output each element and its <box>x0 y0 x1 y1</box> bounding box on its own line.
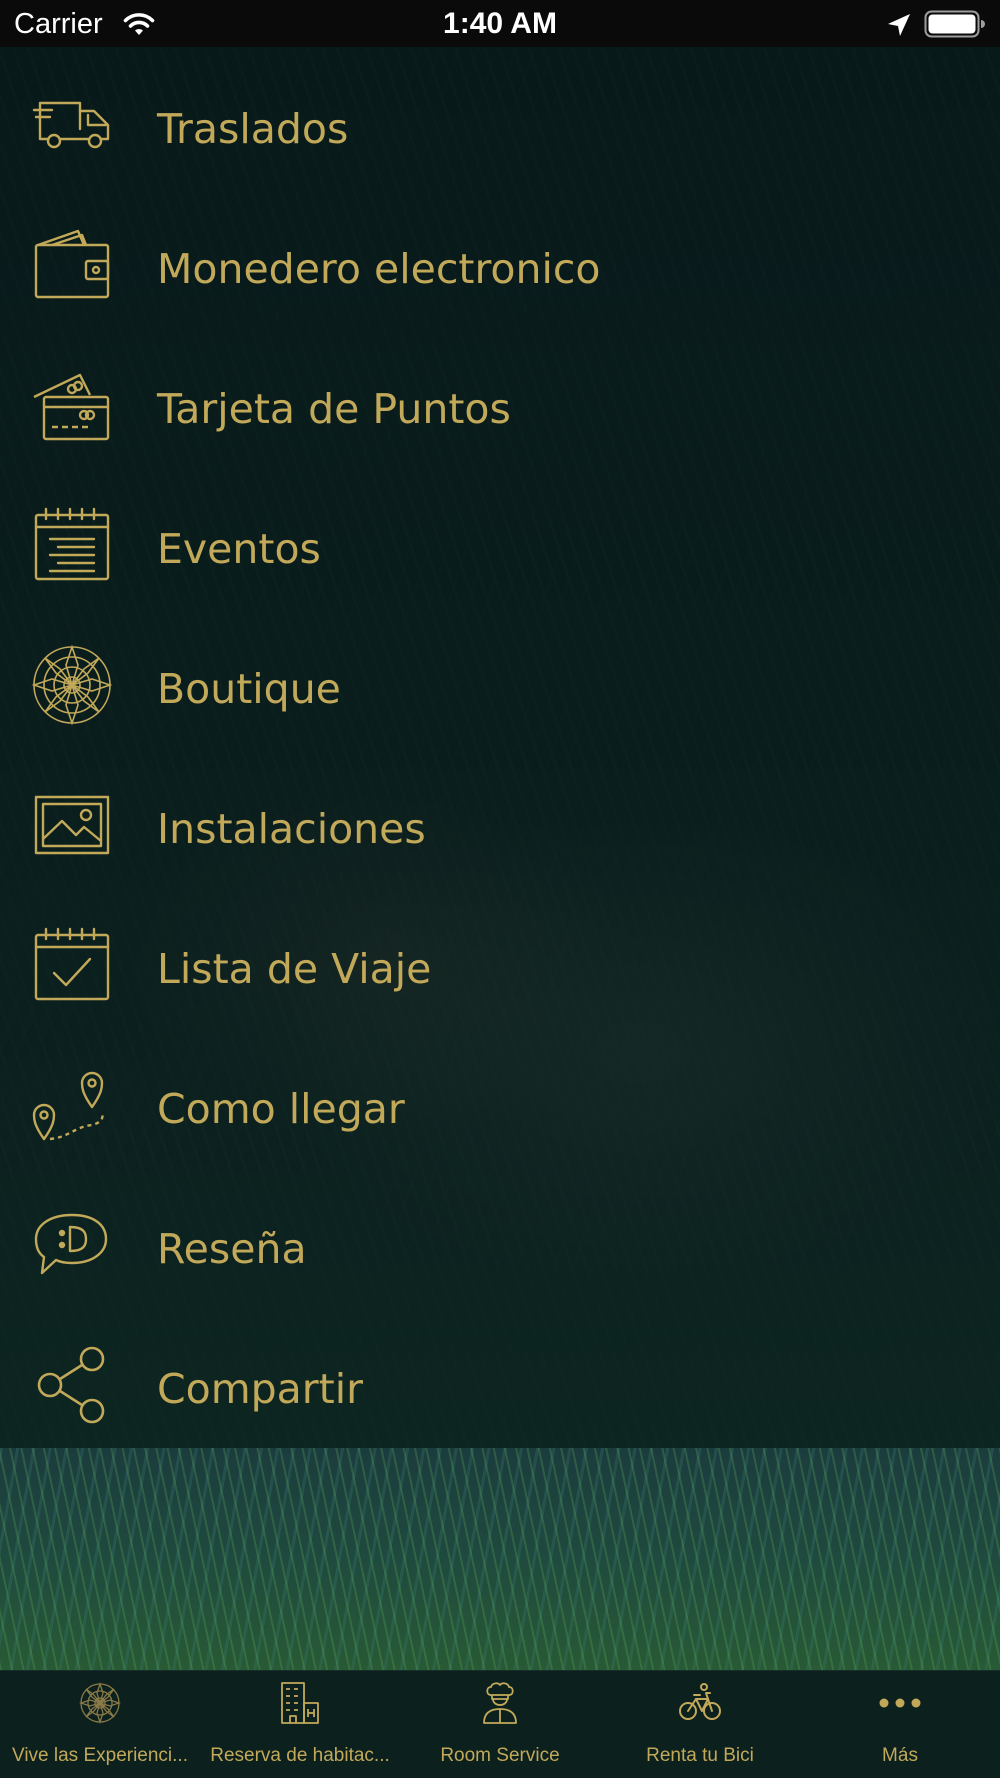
location-arrow-icon <box>886 12 912 38</box>
menu-item-label: Boutique <box>157 665 341 713</box>
tab-mas[interactable]: Más <box>800 1671 1000 1778</box>
tab-bar: Vive las Experienci... Reserva de habita… <box>0 1670 1000 1778</box>
menu-item-label: Traslados <box>157 105 349 153</box>
more-dots-icon <box>878 1681 922 1725</box>
background-foliage <box>0 1448 1000 1670</box>
menu-item-label: Compartir <box>157 1365 363 1413</box>
menu-item-label: Lista de Viaje <box>157 945 432 993</box>
tab-renta-bici[interactable]: Renta tu Bici <box>600 1671 800 1778</box>
chef-icon <box>478 1681 522 1725</box>
mandala-icon <box>30 643 114 727</box>
chat-smile-icon <box>30 1203 114 1287</box>
menu-item-tarjeta-puntos[interactable]: Tarjeta de Puntos <box>0 327 1000 467</box>
share-icon <box>30 1343 114 1427</box>
menu-item-label: Como llegar <box>157 1085 405 1133</box>
wallet-icon <box>30 223 114 307</box>
menu-item-label: Tarjeta de Puntos <box>157 385 511 433</box>
bicycle-icon <box>678 1681 722 1725</box>
menu-item-como-llegar[interactable]: Como llegar <box>0 1027 1000 1167</box>
tab-label: Reserva de habitac... <box>210 1745 390 1766</box>
menu-item-compartir[interactable]: Compartir <box>0 1307 1000 1447</box>
hotel-icon <box>278 1681 322 1725</box>
tab-room-service[interactable]: Room Service <box>400 1671 600 1778</box>
menu-item-resena[interactable]: Reseña <box>0 1167 1000 1307</box>
status-bar: Carrier 1:40 AM <box>0 0 1000 47</box>
menu-item-label: Instalaciones <box>157 805 426 853</box>
menu-item-monedero[interactable]: Monedero electronico <box>0 187 1000 327</box>
menu-item-boutique[interactable]: Boutique <box>0 607 1000 747</box>
menu-item-traslados[interactable]: Traslados <box>0 47 1000 187</box>
mandala-icon <box>78 1681 122 1725</box>
menu-item-label: Eventos <box>157 525 321 573</box>
status-time: 1:40 AM <box>443 7 557 40</box>
route-pins-icon <box>30 1063 114 1147</box>
tab-label: Renta tu Bici <box>646 1745 754 1766</box>
calendar-check-icon <box>30 923 114 1007</box>
battery-icon <box>924 10 986 38</box>
tab-label: Vive las Experienci... <box>11 1745 188 1766</box>
tab-label: Room Service <box>440 1745 560 1766</box>
menu-item-label: Monedero electronico <box>157 245 601 293</box>
tab-reserva-habitacion[interactable]: Reserva de habitac... <box>200 1671 400 1778</box>
picture-icon <box>30 783 114 867</box>
menu-item-eventos[interactable]: Eventos <box>0 467 1000 607</box>
tab-vive-experiencias[interactable]: Vive las Experienci... <box>0 1671 200 1778</box>
side-menu: Traslados Monedero electronico Tarjeta d… <box>0 47 1000 1447</box>
calendar-list-icon <box>30 503 114 587</box>
menu-item-lista-viaje[interactable]: Lista de Viaje <box>0 887 1000 1027</box>
menu-item-label: Reseña <box>157 1225 307 1273</box>
truck-icon <box>30 83 114 167</box>
menu-item-instalaciones[interactable]: Instalaciones <box>0 747 1000 887</box>
tab-label: Más <box>882 1745 918 1766</box>
points-card-icon <box>30 363 114 447</box>
